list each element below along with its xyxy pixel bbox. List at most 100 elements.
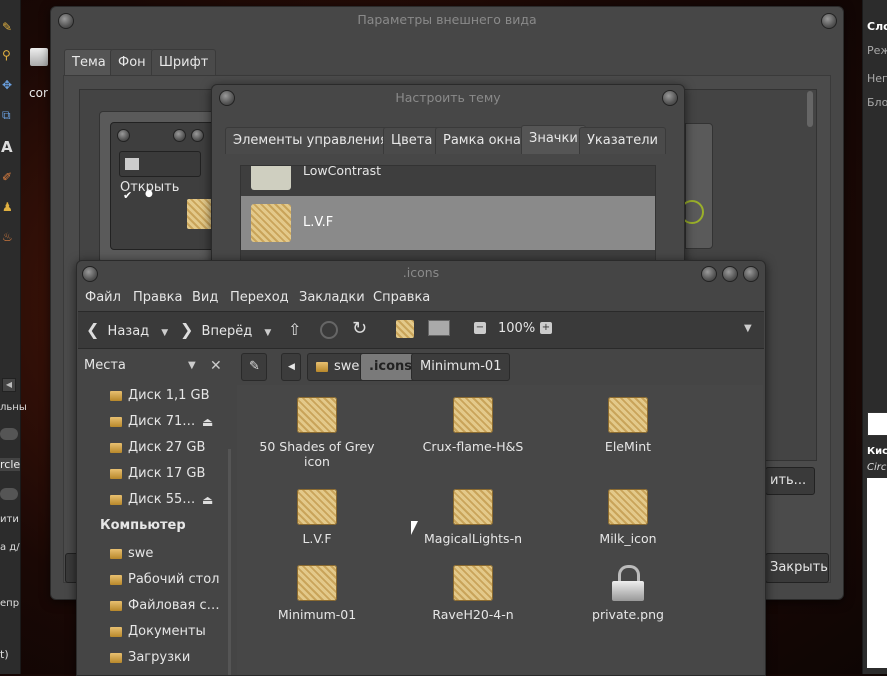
tab-controls[interactable]: Элементы управления <box>225 127 396 154</box>
menu-edit[interactable]: Правка <box>133 287 182 309</box>
maximize-icon[interactable] <box>722 266 738 282</box>
menu-bookmarks[interactable]: Закладки <box>299 287 365 309</box>
customize-button[interactable]: ить... <box>765 467 815 495</box>
chevron-down-icon[interactable]: ▼ <box>161 328 168 338</box>
path-left-arrow[interactable]: ◀ <box>281 353 301 381</box>
tool-icon[interactable]: ♟ <box>2 200 16 214</box>
customize-label: ить... <box>770 473 807 488</box>
forward-button[interactable]: ❯ Вперёд ▼ <box>180 312 271 348</box>
sidebar-item-home[interactable]: swe <box>78 541 228 567</box>
slider-knob[interactable] <box>0 428 18 440</box>
list-item-selected[interactable]: L.V.F <box>241 196 655 250</box>
folder-item[interactable]: 50 Shades of Grey icon <box>242 397 392 469</box>
close-button[interactable]: Закрыть <box>765 553 829 583</box>
sidebar-section-computer: Компьютер <box>100 518 186 533</box>
tab-background[interactable]: Фон <box>110 49 154 76</box>
close-icon[interactable] <box>662 90 678 106</box>
pencil-icon: ✎ <box>249 359 260 374</box>
eject-icon[interactable]: ⏏ <box>202 409 213 435</box>
window-menu-button[interactable] <box>58 13 74 29</box>
list-item[interactable]: LowContrast <box>241 165 655 194</box>
collapse-arrow-icon[interactable]: ◀ <box>2 378 16 392</box>
close-icon[interactable]: ✕ <box>210 355 222 377</box>
menu-view[interactable]: Вид <box>192 287 218 309</box>
sidebar-item-disk[interactable]: Диск 17 GB <box>78 461 228 487</box>
file-name: EleMint <box>604 439 652 454</box>
folder-item[interactable]: EleMint <box>553 397 703 454</box>
scrollbar[interactable] <box>807 91 813 127</box>
tool-icon[interactable]: ✐ <box>2 170 16 184</box>
toolbar-overflow-icon[interactable]: ▼ <box>744 323 752 334</box>
window-title: .icons <box>402 265 440 280</box>
brush-preview[interactable] <box>867 412 887 436</box>
window-title: Параметры внешнего вида <box>357 12 537 27</box>
folder-item[interactable]: L.V.F <box>242 489 392 546</box>
desktop-drive-icon[interactable] <box>30 48 48 66</box>
home-folder-icon[interactable] <box>396 320 414 338</box>
file-item[interactable]: private.png <box>553 565 703 622</box>
breadcrumb-minimum[interactable]: Minimum-01 <box>411 353 511 381</box>
eject-icon[interactable]: ⏏ <box>202 487 213 513</box>
zoom-out-icon[interactable]: − <box>474 322 486 334</box>
theme-preview-2[interactable] <box>680 123 713 249</box>
sidebar-item-desktop[interactable]: Рабочий стол <box>78 567 228 593</box>
brush-list[interactable] <box>867 478 887 668</box>
folder-item[interactable]: Crux-flame-H&S <box>398 397 548 454</box>
chevron-down-icon[interactable]: ▼ <box>264 328 271 338</box>
document-icon <box>125 157 139 170</box>
menu-help[interactable]: Справка <box>373 287 430 309</box>
reload-icon[interactable]: ↻ <box>352 318 367 339</box>
sidebar-item-downloads[interactable]: Загрузки <box>78 645 228 671</box>
folder-item[interactable]: RaveH20-4-n <box>398 565 548 622</box>
zoom-in-icon[interactable]: + <box>540 322 552 334</box>
theme-preview[interactable]: Открыть ✔ ● <box>99 111 222 263</box>
tool-icon[interactable]: ♨ <box>2 230 16 244</box>
window-menu-button[interactable] <box>82 266 98 282</box>
list-item-label: LowContrast <box>303 165 382 178</box>
sidebar-item-label: Диск 71… <box>128 414 196 429</box>
sidebar-item-label: Документы <box>128 624 206 639</box>
close-icon[interactable] <box>743 266 759 282</box>
tool-icon[interactable]: A <box>1 138 17 156</box>
sidebar-item-label: swe <box>128 546 154 561</box>
drive-icon <box>110 416 122 427</box>
file-view[interactable]: 50 Shades of Grey icon Crux-flame-H&S El… <box>237 385 763 675</box>
folder-item[interactable]: Minimum-01 <box>242 565 392 622</box>
tab-window-border[interactable]: Рамка окна <box>435 127 529 154</box>
back-label: Назад <box>107 324 150 339</box>
tab-pointers[interactable]: Указатели <box>579 127 666 154</box>
back-button[interactable]: ❮ Назад ▼ <box>86 312 168 348</box>
folder-item[interactable]: Milk_icon <box>553 489 703 546</box>
tab-font[interactable]: Шрифт <box>151 49 217 76</box>
stop-icon[interactable] <box>320 321 338 339</box>
edit-location-button[interactable]: ✎ <box>241 353 267 381</box>
up-arrow-icon[interactable]: ⇧ <box>288 320 301 339</box>
tool-icon[interactable]: ✥ <box>2 78 16 92</box>
slider-knob[interactable] <box>0 488 18 500</box>
menu-file[interactable]: Файл <box>85 287 121 309</box>
tool-icon[interactable]: ✎ <box>2 20 16 34</box>
sidebar-scrollbar[interactable] <box>228 449 231 675</box>
tool-icon[interactable]: ⧉ <box>2 108 16 122</box>
sidebar-item-disk[interactable]: Диск 1,1 GB <box>78 383 228 409</box>
close-icon[interactable] <box>821 13 837 29</box>
minimize-icon[interactable] <box>701 266 717 282</box>
sidebar-item-disk[interactable]: Диск 27 GB <box>78 435 228 461</box>
tool-icon[interactable]: ⚲ <box>2 48 16 62</box>
chevron-down-icon[interactable]: ▼ <box>188 355 196 377</box>
sidebar-header: Места ▼ ✕ <box>84 355 228 377</box>
dialog-menu-button[interactable] <box>219 90 235 106</box>
file-name: 50 Shades of Grey icon <box>259 439 375 469</box>
sidebar-item-filesystem[interactable]: Файловая с… <box>78 593 228 619</box>
computer-icon[interactable] <box>428 320 450 336</box>
folder-item[interactable]: MagicalLights-n <box>398 489 548 546</box>
back-arrow-icon: ❮ <box>86 320 100 339</box>
tab-icons[interactable]: Значки <box>521 125 586 154</box>
check-icon: ✔ <box>123 189 133 202</box>
sidebar-item-disk[interactable]: Диск 71… ⏏ <box>78 409 228 435</box>
menu-go[interactable]: Переход <box>230 287 289 309</box>
sidebar-item-documents[interactable]: Документы <box>78 619 228 645</box>
tab-colors[interactable]: Цвета <box>383 127 441 154</box>
tab-theme[interactable]: Тема <box>64 49 114 76</box>
sidebar-item-disk[interactable]: Диск 55… ⏏ <box>78 487 228 513</box>
